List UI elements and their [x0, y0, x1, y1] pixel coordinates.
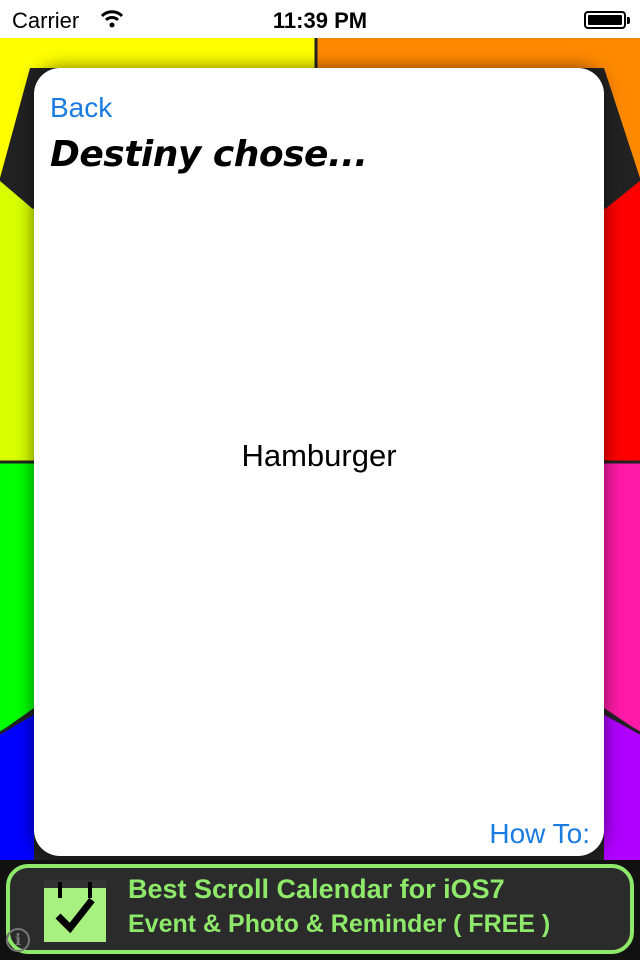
- clock: 11:39 PM: [272, 8, 368, 33]
- result-label: Hamburger: [241, 438, 397, 473]
- battery-icon: [584, 11, 630, 29]
- calendar-check-icon: [44, 880, 106, 942]
- wheel-segment-pink[interactable]: [604, 462, 640, 732]
- wheel-segment-lime[interactable]: [0, 180, 34, 462]
- status-bar: Carrier 11:39 PM: [0, 0, 640, 38]
- wheel-segment-blue[interactable]: [0, 714, 34, 860]
- how-to-button[interactable]: How To:: [489, 818, 590, 850]
- back-button[interactable]: Back: [50, 92, 112, 124]
- wheel-segment-purple[interactable]: [604, 714, 640, 860]
- result-card: Back Destiny chose... Hamburger How To:: [34, 68, 604, 856]
- ad-subheadline[interactable]: Event & Photo & Reminder ( FREE ): [128, 910, 550, 939]
- info-icon[interactable]: i: [6, 928, 30, 952]
- ad-headline[interactable]: Best Scroll Calendar for iOS7: [128, 874, 505, 905]
- wheel-segment-green[interactable]: [0, 462, 34, 732]
- wheel-segment-red[interactable]: [604, 180, 640, 462]
- page-title: Destiny chose...: [50, 134, 368, 175]
